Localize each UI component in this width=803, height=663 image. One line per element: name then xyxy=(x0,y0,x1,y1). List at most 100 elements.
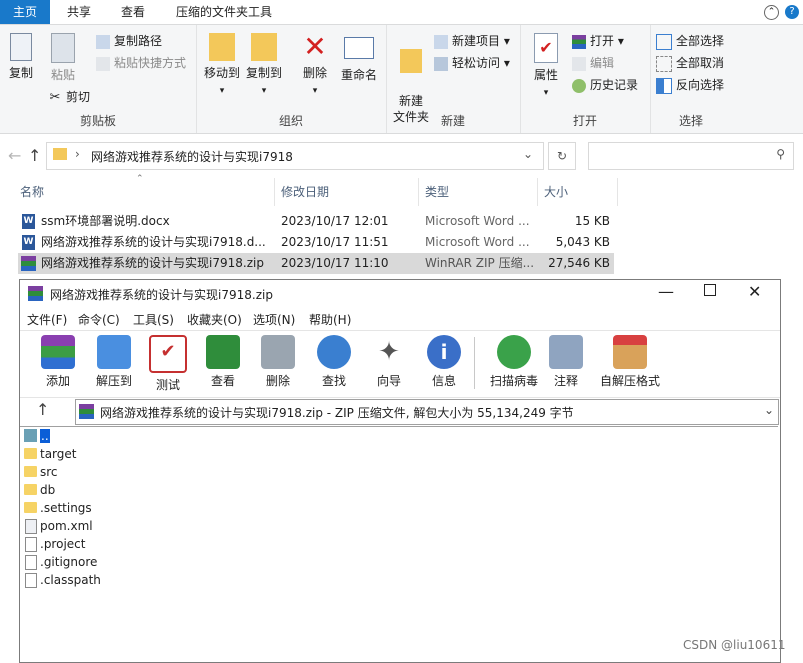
ribbon-collapse-icon[interactable]: ⌃ xyxy=(764,5,779,20)
tab-share[interactable]: 共享 xyxy=(54,0,104,24)
maximize-icon[interactable] xyxy=(704,284,716,296)
file-size: 27,546 KB xyxy=(548,256,610,270)
list-item[interactable]: target xyxy=(24,445,77,463)
tab-compressed-folder-tools[interactable]: 压缩的文件夹工具 xyxy=(164,0,284,24)
column-separator[interactable] xyxy=(537,178,538,206)
open-button[interactable]: 打开 ▾ xyxy=(572,31,624,51)
column-date[interactable]: 修改日期 xyxy=(281,181,329,203)
clipboard-group-label: 剪贴板 xyxy=(79,114,116,128)
select-none-button[interactable]: 全部取消 xyxy=(656,53,724,73)
properties-button[interactable]: ✔ 属性 ▾ xyxy=(526,33,566,101)
path-dropdown-icon[interactable]: ⌄ xyxy=(764,403,774,417)
info-icon: i xyxy=(427,335,461,369)
up-level-arrow-icon[interactable]: ↑ xyxy=(36,400,49,419)
wizard-button[interactable]: ✦ 向导 xyxy=(361,335,417,389)
back-arrow-icon[interactable]: ← xyxy=(8,146,21,165)
column-name[interactable]: 名称 xyxy=(20,181,44,203)
tab-view[interactable]: 查看 xyxy=(108,0,158,24)
help-icon[interactable]: ? xyxy=(785,5,799,19)
archive-path-field[interactable]: 网络游戏推荐系统的设计与实现i7918.zip - ZIP 压缩文件, 解包大小… xyxy=(75,399,779,425)
file-name: 网络游戏推荐系统的设计与实现i7918.d... xyxy=(41,235,266,249)
open-label: 打开 xyxy=(590,34,615,48)
list-item[interactable]: db xyxy=(24,481,55,499)
copy-button[interactable]: 复制 xyxy=(6,33,36,81)
list-item[interactable]: .classpath xyxy=(24,571,101,589)
clipboard-icon xyxy=(51,33,75,63)
address-dropdown-icon[interactable]: ⌄ xyxy=(523,147,533,161)
file-row[interactable]: W ssm环境部署说明.docx 2023/10/17 12:01 Micros… xyxy=(18,211,614,232)
cut-button[interactable]: ✂ 剪切 xyxy=(48,87,90,107)
view-button[interactable]: 查看 xyxy=(195,335,251,389)
winrar-toolbar: 添加 解压到 ✔ 测试 查看 删除 查找 ✦ 向导 i 信息 扫描病毒 注释 自解压格… xyxy=(20,330,780,398)
column-separator[interactable] xyxy=(617,178,618,206)
copy-to-icon xyxy=(251,33,277,61)
sfx-button[interactable]: 自解压格式 xyxy=(594,335,666,389)
add-button[interactable]: 添加 xyxy=(30,335,86,389)
list-item[interactable]: .gitignore xyxy=(24,553,97,571)
close-icon[interactable]: ✕ xyxy=(748,282,761,301)
new-item-button[interactable]: 新建项目 ▾ xyxy=(434,31,510,51)
menu-file[interactable]: 文件(F) xyxy=(27,311,67,328)
column-size[interactable]: 大小 xyxy=(544,181,568,203)
file-row[interactable]: W 网络游戏推荐系统的设计与实现i7918.d... 2023/10/17 11… xyxy=(18,232,614,253)
rename-button[interactable]: 重命名 xyxy=(336,33,382,83)
organize-group-label: 组织 xyxy=(278,114,303,128)
new-item-label: 新建项目 xyxy=(452,34,501,48)
menu-commands[interactable]: 命令(C) xyxy=(78,311,120,328)
column-type[interactable]: 类型 xyxy=(425,181,449,203)
invert-selection-button[interactable]: 反向选择 xyxy=(656,75,724,95)
info-button[interactable]: i 信息 xyxy=(416,335,472,389)
column-separator[interactable] xyxy=(418,178,419,206)
paste-shortcut-button[interactable]: 粘贴快捷方式 xyxy=(96,53,186,73)
tab-home[interactable]: 主页 xyxy=(0,0,50,24)
menu-options[interactable]: 选项(N) xyxy=(253,311,295,328)
copy-path-button[interactable]: 复制路径 xyxy=(96,31,162,51)
archive-file-list: .. target src db .settings pom.xml .proj… xyxy=(20,426,778,662)
paste-button[interactable]: 粘贴 xyxy=(48,33,78,83)
minimize-icon[interactable]: — xyxy=(658,282,674,301)
invert-selection-icon xyxy=(656,77,672,94)
comment-button[interactable]: 注释 xyxy=(538,335,594,389)
search-input[interactable]: ⚲ xyxy=(588,142,794,170)
new-group-label: 新建 xyxy=(440,114,465,128)
delete-archive-button[interactable]: 删除 xyxy=(250,335,306,389)
list-item[interactable]: pom.xml xyxy=(24,517,93,535)
select-all-label: 全部选择 xyxy=(676,34,725,48)
menu-favorites[interactable]: 收藏夹(O) xyxy=(187,311,242,328)
copy-to-button[interactable]: 复制到 ▾ xyxy=(244,33,284,99)
menu-help[interactable]: 帮助(H) xyxy=(309,311,351,328)
column-separator[interactable] xyxy=(274,178,275,206)
list-item[interactable]: src xyxy=(24,463,58,481)
list-item[interactable]: .project xyxy=(24,535,85,553)
archive-icon xyxy=(79,404,94,419)
copy-path-icon xyxy=(96,34,110,49)
edit-button[interactable]: 编辑 xyxy=(572,53,614,73)
winrar-titlebar[interactable]: 网络游戏推荐系统的设计与实现i7918.zip — ✕ xyxy=(20,280,780,308)
item-name: db xyxy=(40,483,56,497)
address-box[interactable]: › 网络游戏推荐系统的设计与实现i7918 ⌄ xyxy=(46,142,544,170)
file-size: 15 KB xyxy=(574,214,610,228)
select-all-button[interactable]: 全部选择 xyxy=(656,31,724,51)
find-button[interactable]: 查找 xyxy=(306,335,362,389)
menu-tools[interactable]: 工具(S) xyxy=(133,311,174,328)
copy-to-label: 复制到 xyxy=(245,66,282,80)
file-icon xyxy=(25,573,37,588)
move-to-button[interactable]: 移动到 ▾ xyxy=(202,33,242,99)
item-name: .project xyxy=(40,537,86,551)
history-button[interactable]: 历史记录 xyxy=(572,75,638,95)
refresh-icon[interactable]: ↻ xyxy=(548,142,576,170)
test-button[interactable]: ✔ 测试 xyxy=(140,335,196,393)
up-arrow-icon[interactable]: ↑ xyxy=(28,146,41,165)
edit-label: 编辑 xyxy=(590,56,615,70)
edit-icon xyxy=(572,56,586,71)
item-name: src xyxy=(40,465,58,479)
list-item[interactable]: .settings xyxy=(24,499,92,517)
delete-button[interactable]: ✕ 删除 ▾ xyxy=(298,33,332,99)
add-label: 添加 xyxy=(45,374,70,388)
list-item[interactable]: .. xyxy=(24,427,50,445)
file-row-selected[interactable]: 网络游戏推荐系统的设计与实现i7918.zip 2023/10/17 11:10… xyxy=(18,253,614,274)
extract-to-label: 解压到 xyxy=(95,374,132,388)
easy-access-button[interactable]: 轻松访问 ▾ xyxy=(434,53,510,73)
extract-to-button[interactable]: 解压到 xyxy=(86,335,142,389)
properties-icon: ✔ xyxy=(534,33,558,63)
